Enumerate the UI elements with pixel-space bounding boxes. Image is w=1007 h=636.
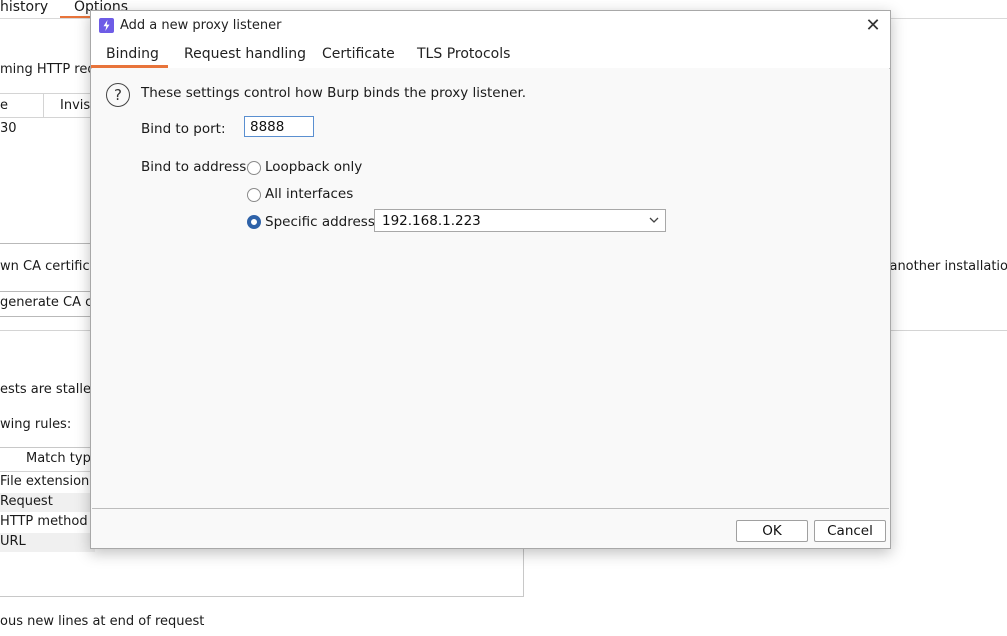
bg-row-url: URL [0, 534, 26, 549]
bg-cell-30: 30 [0, 121, 17, 136]
bind-address-label: Bind to address: [141, 159, 251, 175]
ok-button[interactable]: OK [736, 520, 808, 542]
bg-rules-header-line [0, 471, 95, 472]
specific-address-dropdown[interactable]: 192.168.1.223 [374, 209, 666, 232]
bind-port-input[interactable] [244, 116, 314, 137]
help-icon[interactable]: ? [106, 83, 130, 107]
bg-col-header-invis: Invis [60, 98, 91, 113]
bg-text-http-req: ming HTTP req [0, 62, 96, 77]
specific-address-value: 192.168.1.223 [382, 213, 481, 229]
bg-text-new-lines: ous new lines at end of request [0, 614, 205, 629]
bind-port-label: Bind to port: [141, 121, 226, 137]
bg-row-request: Request [0, 494, 53, 509]
dialog-titlebar[interactable]: Add a new proxy listener ✕ [91, 11, 890, 41]
chevron-down-icon [649, 217, 659, 223]
bg-tab-history[interactable]: history [0, 0, 48, 15]
cancel-button[interactable]: Cancel [814, 520, 886, 542]
tab-tls-protocols[interactable]: TLS Protocols [417, 46, 510, 62]
bg-table-header-line [0, 93, 95, 94]
bg-row-http-method: HTTP method [0, 514, 88, 529]
radio-specific-address[interactable] [247, 215, 261, 229]
bg-text-another-install: r another installatio [880, 259, 1007, 274]
dialog-title: Add a new proxy listener [120, 18, 282, 33]
bg-col-header-e: e [0, 98, 8, 113]
radio-all-interfaces-label[interactable]: All interfaces [265, 186, 353, 202]
binding-panel: ? These settings control how Burp binds … [92, 68, 889, 509]
binding-description: These settings control how Burp binds th… [141, 85, 527, 101]
bg-text-generate-ca: generate CA ce [0, 295, 101, 310]
tab-request-handling[interactable]: Request handling [184, 46, 306, 62]
radio-loopback-only-label[interactable]: Loopback only [265, 159, 362, 175]
bg-col-match-type: Match typ [26, 451, 91, 466]
tab-certificate[interactable]: Certificate [322, 46, 395, 62]
bg-text-rules: wing rules: [0, 417, 72, 432]
burp-app-icon [99, 18, 114, 33]
radio-all-interfaces[interactable] [247, 188, 261, 202]
bg-row-file-extension: File extension [0, 474, 90, 489]
bg-text-stalled: ests are stalled [0, 382, 100, 397]
dialog-tabbar: Binding Request handling Certificate TLS… [91, 41, 890, 69]
close-icon[interactable]: ✕ [862, 15, 884, 37]
radio-specific-address-label[interactable]: Specific address: [265, 214, 379, 230]
bg-text-ca-cert: wn CA certificat [0, 259, 103, 274]
bg-col-divider [43, 94, 44, 118]
dialog-footer: OK Cancel [91, 509, 890, 548]
bg-table-header-bottom [0, 117, 95, 118]
add-proxy-listener-dialog: Add a new proxy listener ✕ Binding Reque… [90, 10, 891, 549]
radio-loopback-only[interactable] [247, 161, 261, 175]
tab-binding[interactable]: Binding [106, 46, 159, 62]
